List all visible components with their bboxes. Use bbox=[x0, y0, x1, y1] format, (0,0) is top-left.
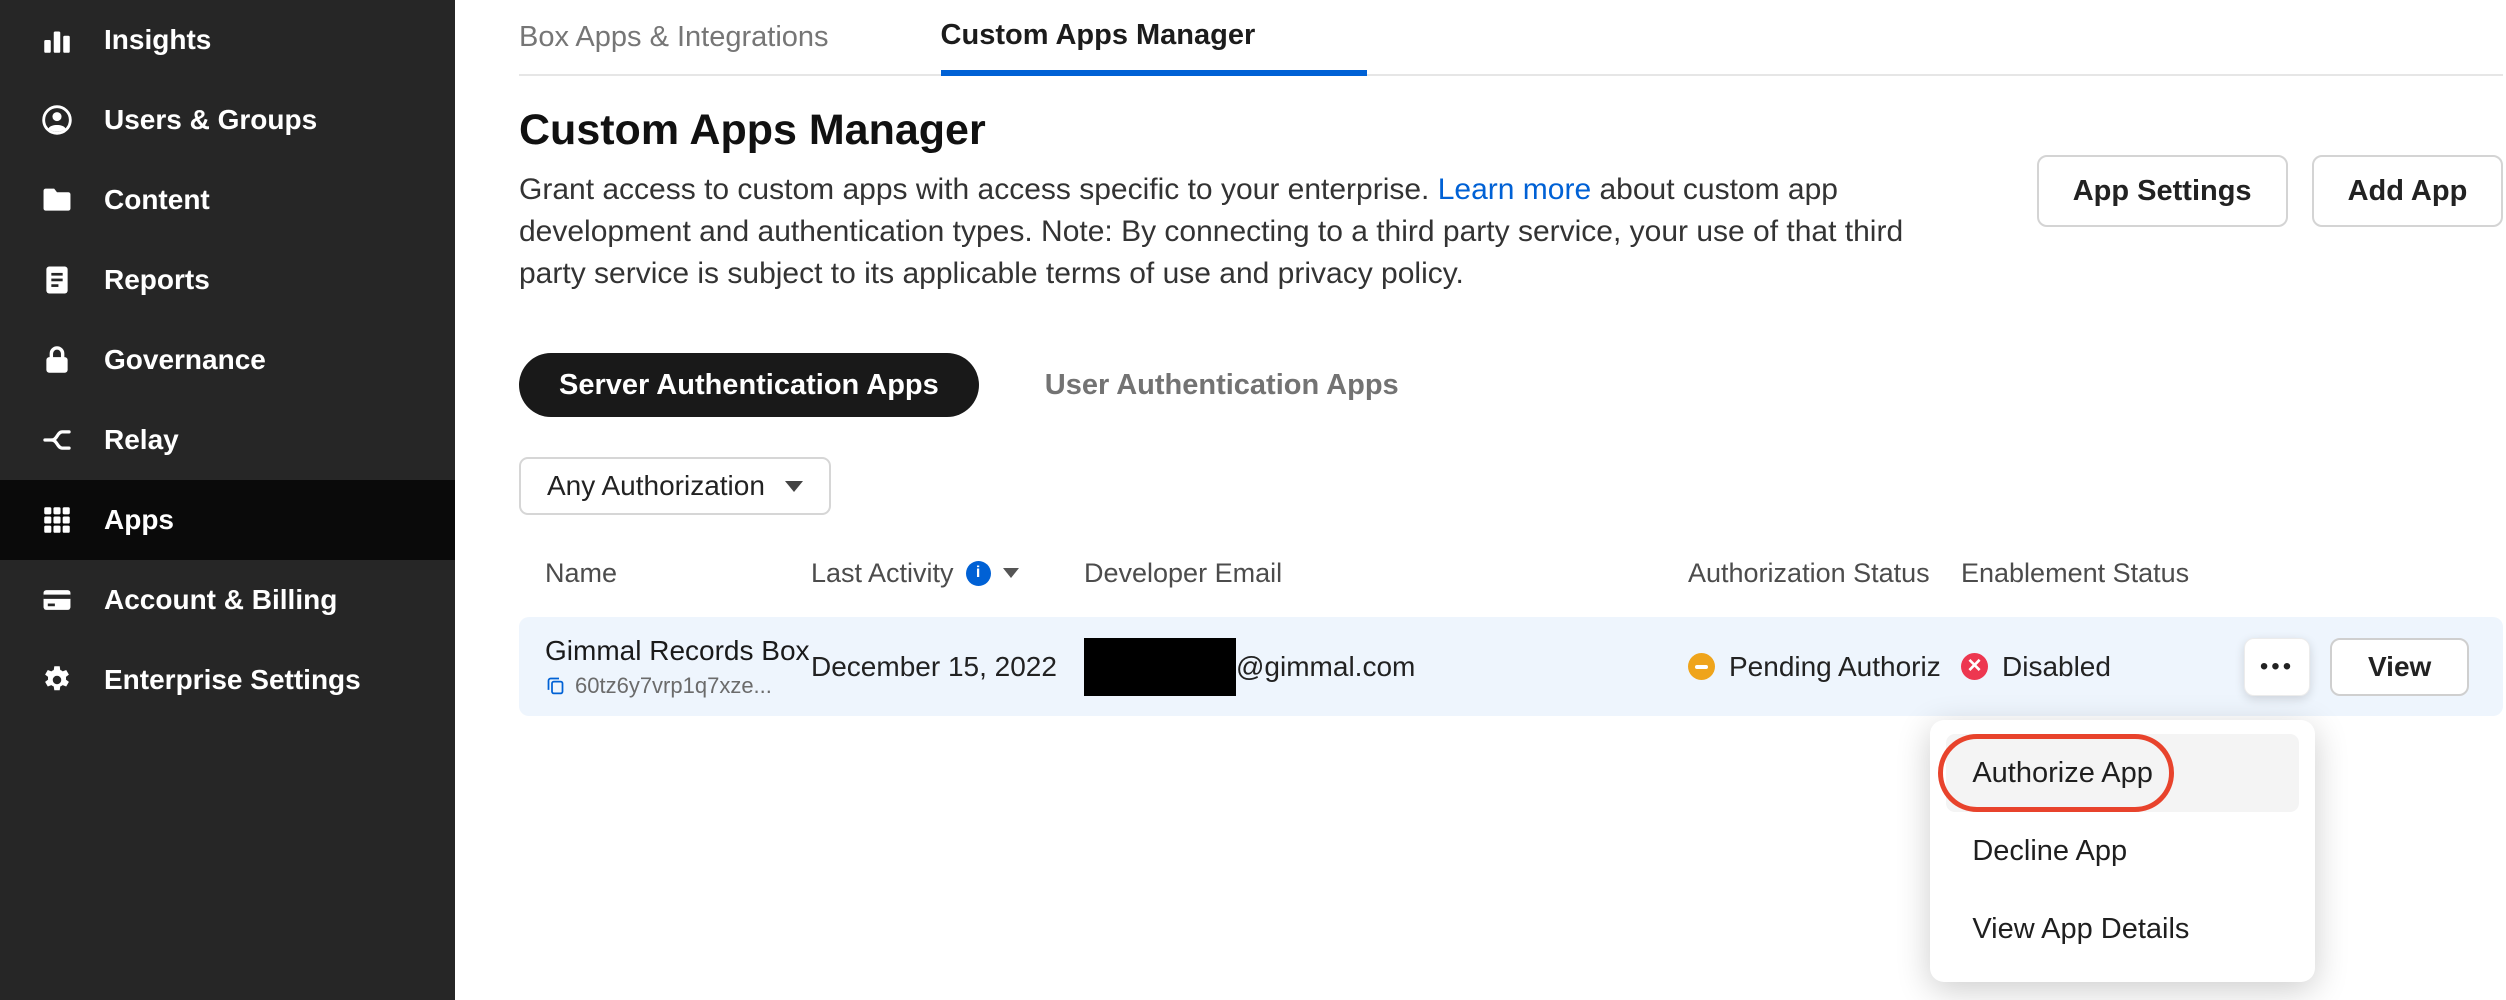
cell-last-activity: December 15, 2022 bbox=[811, 651, 1084, 683]
learn-more-link[interactable]: Learn more bbox=[1438, 173, 1591, 206]
bar-chart-icon bbox=[38, 21, 76, 59]
menu-item-label: Decline App bbox=[1972, 835, 2127, 868]
row-actions: ••• View bbox=[2244, 638, 2503, 696]
sidebar-item-insights[interactable]: Insights bbox=[0, 0, 455, 80]
sidebar-item-account-billing[interactable]: Account & Billing bbox=[0, 560, 455, 640]
sidebar-item-reports[interactable]: Reports bbox=[0, 240, 455, 320]
sidebar-item-label: Account & Billing bbox=[104, 584, 337, 616]
description-text: Grant access to custom apps with access … bbox=[519, 173, 1438, 206]
column-header-name[interactable]: Name bbox=[545, 558, 811, 589]
sidebar-item-governance[interactable]: Governance bbox=[0, 320, 455, 400]
copy-icon[interactable] bbox=[545, 675, 566, 696]
menu-item-authorize-app[interactable]: Authorize App bbox=[1946, 734, 2299, 812]
column-header-enablement-status[interactable]: Enablement Status bbox=[1961, 558, 2244, 589]
menu-item-decline-app[interactable]: Decline App bbox=[1946, 812, 2299, 890]
page-description: Grant access to custom apps with access … bbox=[519, 169, 1969, 295]
gear-icon bbox=[38, 661, 76, 699]
table-header-row: Name Last Activity i Developer Email Aut… bbox=[519, 551, 2503, 595]
pending-status-icon bbox=[1688, 653, 1715, 680]
sidebar-item-label: Apps bbox=[104, 504, 174, 536]
tab-box-apps-integrations[interactable]: Box Apps & Integrations bbox=[519, 0, 829, 75]
toggle-user-auth-apps[interactable]: User Authentication Apps bbox=[1045, 369, 1399, 402]
sidebar-item-label: Governance bbox=[104, 344, 266, 376]
disabled-status-icon: × bbox=[1961, 653, 1988, 680]
tab-label: Box Apps & Integrations bbox=[519, 21, 829, 54]
column-header-authorization-status[interactable]: Authorization Status bbox=[1688, 558, 1961, 589]
relay-icon bbox=[38, 421, 76, 459]
report-icon bbox=[38, 261, 76, 299]
redacted-email-block bbox=[1084, 638, 1236, 696]
column-header-last-activity[interactable]: Last Activity i bbox=[811, 558, 1084, 589]
more-options-button[interactable]: ••• bbox=[2244, 638, 2310, 696]
column-header-developer-email[interactable]: Developer Email bbox=[1084, 558, 1688, 589]
sidebar: Insights Users & Groups Content Reports … bbox=[0, 0, 455, 1000]
email-domain-text: @gimmal.com bbox=[1236, 651, 1415, 683]
sidebar-item-content[interactable]: Content bbox=[0, 160, 455, 240]
authorization-status-text: Pending Authoriz bbox=[1729, 651, 1941, 683]
menu-item-view-app-details[interactable]: View App Details bbox=[1946, 890, 2299, 968]
page-title: Custom Apps Manager bbox=[519, 106, 2503, 155]
folder-icon bbox=[38, 181, 76, 219]
sidebar-item-label: Content bbox=[104, 184, 210, 216]
info-icon[interactable]: i bbox=[966, 561, 991, 586]
main-content: Box Apps & Integrations Custom Apps Mana… bbox=[455, 0, 2506, 1000]
sidebar-item-label: Relay bbox=[104, 424, 179, 456]
column-header-label: Last Activity bbox=[811, 558, 954, 589]
app-settings-button[interactable]: App Settings bbox=[2037, 155, 2288, 227]
auth-type-toggle: Server Authentication Apps User Authenti… bbox=[519, 353, 2503, 417]
chevron-down-icon bbox=[785, 481, 803, 492]
menu-item-label: Authorize App bbox=[1972, 757, 2153, 790]
sidebar-item-enterprise-settings[interactable]: Enterprise Settings bbox=[0, 640, 455, 720]
sidebar-item-label: Reports bbox=[104, 264, 210, 296]
sidebar-item-users-groups[interactable]: Users & Groups bbox=[0, 80, 455, 160]
tab-label: Custom Apps Manager bbox=[941, 19, 1256, 52]
client-id-text: 60tz6y7vrp1q7xze... bbox=[575, 673, 772, 699]
lock-icon bbox=[38, 341, 76, 379]
app-root: Insights Users & Groups Content Reports … bbox=[0, 0, 2506, 1000]
row-context-menu: Authorize App Decline App View App Detai… bbox=[1930, 720, 2315, 982]
app-client-id: 60tz6y7vrp1q7xze... bbox=[545, 673, 811, 699]
cell-enablement-status: × Disabled bbox=[1961, 651, 2244, 683]
table-row[interactable]: Gimmal Records Box 60tz6y7vrp1q7xze... D… bbox=[519, 617, 2503, 716]
menu-item-label: View App Details bbox=[1972, 913, 2189, 946]
header-actions: App Settings Add App bbox=[2037, 155, 2504, 227]
app-name: Gimmal Records Box bbox=[545, 635, 811, 667]
cell-authorization-status: Pending Authoriz bbox=[1688, 651, 1961, 683]
add-app-button[interactable]: Add App bbox=[2312, 155, 2504, 227]
users-icon bbox=[38, 101, 76, 139]
sidebar-item-relay[interactable]: Relay bbox=[0, 400, 455, 480]
sidebar-item-label: Enterprise Settings bbox=[104, 664, 361, 696]
enablement-status-text: Disabled bbox=[2002, 651, 2111, 683]
cell-app-name: Gimmal Records Box 60tz6y7vrp1q7xze... bbox=[545, 635, 811, 699]
sidebar-item-label: Users & Groups bbox=[104, 104, 317, 136]
authorization-filter-dropdown[interactable]: Any Authorization bbox=[519, 457, 831, 515]
cell-developer-email: @gimmal.com bbox=[1084, 638, 1688, 696]
apps-grid-icon bbox=[38, 501, 76, 539]
credit-card-icon bbox=[38, 581, 76, 619]
sidebar-item-apps[interactable]: Apps bbox=[0, 480, 455, 560]
tab-custom-apps-manager[interactable]: Custom Apps Manager bbox=[941, 0, 1368, 76]
filter-value: Any Authorization bbox=[547, 470, 765, 502]
sidebar-item-label: Insights bbox=[104, 24, 211, 56]
toggle-server-auth-apps[interactable]: Server Authentication Apps bbox=[519, 353, 979, 417]
view-button[interactable]: View bbox=[2330, 638, 2469, 696]
tab-bar: Box Apps & Integrations Custom Apps Mana… bbox=[519, 0, 2503, 76]
sort-caret-icon[interactable] bbox=[1003, 568, 1019, 578]
